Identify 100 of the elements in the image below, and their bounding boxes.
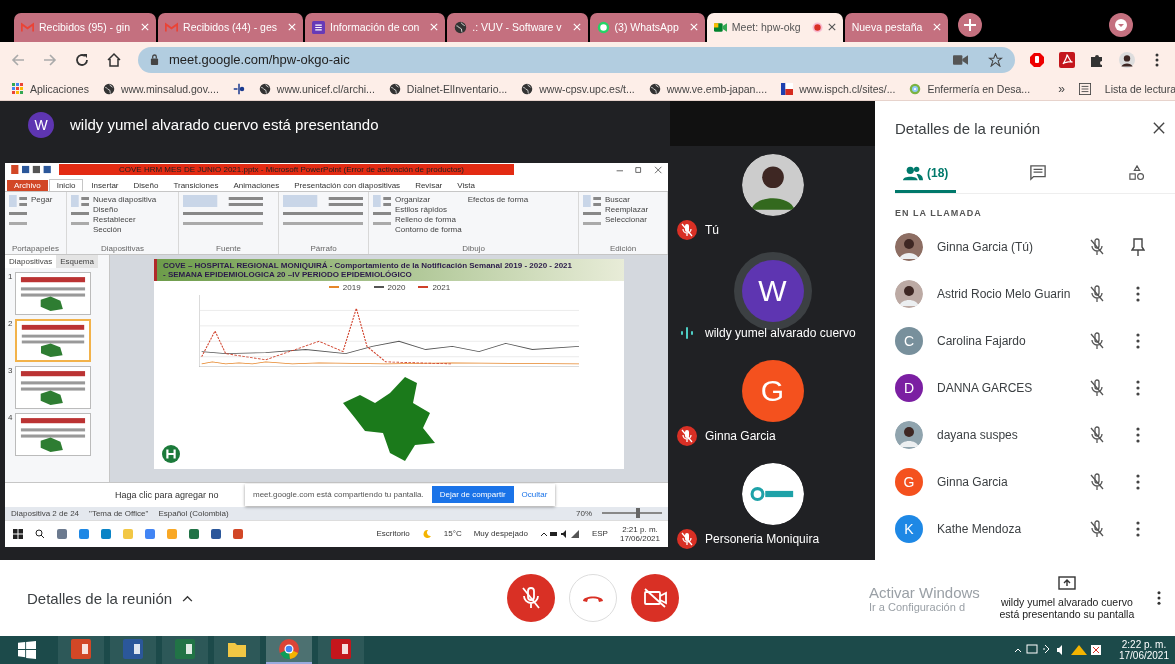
present-screen-icon[interactable] xyxy=(1057,576,1076,591)
ribbon-tab[interactable]: Transiciones xyxy=(166,179,226,191)
notes-field[interactable]: Haga clic para agregar no xyxy=(115,489,219,500)
ribbon-tab[interactable]: Archivo xyxy=(7,179,48,191)
taskbar-app[interactable] xyxy=(214,636,260,664)
more-bookmarks-button[interactable]: » xyxy=(1058,81,1065,96)
taskbar-app[interactable] xyxy=(266,636,312,664)
address-bar[interactable]: meet.google.com/hpw-okgo-aic xyxy=(138,46,1015,73)
bookmark-link[interactable]: www.ispch.cl/sites/... xyxy=(799,82,896,95)
ribbon-button[interactable]: Organizar xyxy=(395,194,462,205)
microphone-off-button[interactable] xyxy=(507,574,555,623)
globe-icon[interactable] xyxy=(648,82,661,95)
zoom-slider-thumb[interactable] xyxy=(636,508,640,519)
globe-icon[interactable] xyxy=(388,82,401,95)
ribbon-button[interactable]: Reemplazar xyxy=(605,204,649,215)
ribbon-tab[interactable]: Vista xyxy=(450,179,482,191)
taskbar-app[interactable] xyxy=(58,636,104,664)
ribbon-button[interactable]: Restablecer xyxy=(93,214,157,225)
browser-tab[interactable]: (3) WhatsApp xyxy=(589,12,705,42)
home-icon[interactable] xyxy=(106,51,122,68)
pin-icon[interactable] xyxy=(1131,238,1145,257)
windows-start-icon[interactable] xyxy=(18,641,36,659)
ribbon-tab[interactable]: Presentación con diapositivas xyxy=(287,179,408,191)
camera-icon[interactable] xyxy=(953,52,968,67)
reload-icon[interactable] xyxy=(74,51,90,68)
taskbar-app[interactable] xyxy=(318,636,364,664)
ribbon-button[interactable]: Buscar xyxy=(605,194,649,205)
ribbon-button[interactable]: Efectos de forma xyxy=(467,194,529,205)
flag-icon[interactable] xyxy=(781,82,794,95)
browser-tab[interactable]: Información de con xyxy=(305,12,446,42)
muted-mic-icon[interactable] xyxy=(1089,426,1105,445)
bookmark-link[interactable]: www-cpsv.upc.es/t... xyxy=(539,82,635,95)
close-icon[interactable] xyxy=(827,23,836,32)
bookmark-link[interactable]: www.unicef.cl/archi... xyxy=(276,82,375,95)
ribbon-tab[interactable]: Animaciones xyxy=(226,179,287,191)
ribbon-button[interactable]: Seleccionar xyxy=(605,214,649,225)
app-icon[interactable] xyxy=(101,528,111,539)
browser-tab[interactable]: Recibidos (95) - gin xyxy=(14,12,157,42)
bookmark-link[interactable]: Dialnet-ElInventario... xyxy=(406,82,508,95)
ribbon-button[interactable]: Relleno de forma xyxy=(395,214,462,225)
bookmark-link[interactable]: Enfermería en Desa... xyxy=(927,82,1031,95)
ribbon-button[interactable]: Diseño xyxy=(93,204,157,215)
ribbon-tab[interactable]: Inicio xyxy=(48,178,84,191)
ribbon-tab[interactable]: Revisar xyxy=(408,179,450,191)
browser-tab[interactable]: Recibidos (44) - ges xyxy=(158,12,303,42)
pdf-icon[interactable] xyxy=(1059,51,1075,68)
browser-tab[interactable]: Meet: hpw-okg xyxy=(706,12,843,42)
muted-mic-icon[interactable] xyxy=(1089,332,1105,351)
app-icon[interactable] xyxy=(57,528,67,539)
muted-mic-icon[interactable] xyxy=(1089,520,1105,539)
ribbon-button[interactable]: Estilos rápidos xyxy=(395,204,462,215)
cross-logo-icon[interactable] xyxy=(232,82,245,95)
globe-icon[interactable] xyxy=(102,82,115,95)
app-icon[interactable] xyxy=(211,528,221,539)
meeting-details-button[interactable]: Detalles de la reunión xyxy=(27,589,173,607)
stop-sign-icon[interactable] xyxy=(1029,51,1045,68)
search-icon[interactable] xyxy=(35,528,45,539)
muted-mic-icon[interactable] xyxy=(1089,285,1105,304)
taskbar-app[interactable] xyxy=(162,636,208,664)
camera-off-button[interactable] xyxy=(631,574,679,623)
close-icon[interactable] xyxy=(1153,122,1165,135)
new-tab-button[interactable] xyxy=(958,12,983,37)
app-icon[interactable] xyxy=(79,528,89,539)
more-options-icon[interactable] xyxy=(1155,590,1162,607)
bookmark-link[interactable]: www.minsalud.gov.... xyxy=(120,82,219,95)
bookmark-link[interactable]: Aplicaciones xyxy=(30,82,89,95)
globe-icon[interactable] xyxy=(521,82,534,95)
globe-icon[interactable] xyxy=(258,82,271,95)
ribbon-tab[interactable]: Insertar xyxy=(84,179,126,191)
app-icon[interactable] xyxy=(233,528,243,539)
hide-button[interactable]: Ocultar xyxy=(521,490,548,500)
taskbar-app[interactable] xyxy=(110,636,156,664)
ribbon-button[interactable]: Contorno de forma xyxy=(395,224,462,235)
slide-thumbnail[interactable] xyxy=(15,318,92,362)
windows-start-icon[interactable] xyxy=(13,528,23,539)
app-icon[interactable] xyxy=(145,528,155,539)
ribbon-button[interactable]: Sección xyxy=(93,224,157,235)
slide-thumbnail[interactable] xyxy=(15,271,92,315)
browser-tab[interactable]: .: VUV - Software v xyxy=(447,12,588,42)
ribbon-tab[interactable]: Diseño xyxy=(126,179,166,191)
letter-avatar: K xyxy=(895,515,923,544)
star-icon[interactable] xyxy=(988,52,1003,67)
panel-tab[interactable]: (18) xyxy=(895,155,957,193)
ribbon-button[interactable]: Nueva diapositiva xyxy=(93,194,157,205)
slide-thumbnail[interactable] xyxy=(15,365,92,409)
apps-grid-icon[interactable] xyxy=(12,82,24,95)
profile-menu-icon[interactable] xyxy=(1109,12,1133,37)
muted-mic-icon[interactable] xyxy=(1089,238,1105,257)
muted-mic-icon[interactable] xyxy=(1089,379,1105,398)
slide-thumbnail[interactable] xyxy=(15,412,92,456)
browser-tab[interactable]: Nueva pestaña xyxy=(844,12,949,42)
stop-sharing-button[interactable]: Dejar de compartir xyxy=(431,486,514,504)
caret-icon[interactable] xyxy=(182,594,194,602)
list-icon[interactable] xyxy=(1078,82,1091,95)
avatar-icon[interactable] xyxy=(1119,51,1135,68)
ribbon-button[interactable]: Pegar xyxy=(31,194,53,205)
app-icon[interactable] xyxy=(189,528,199,539)
bookmark-link[interactable]: www.ve.emb-japan.... xyxy=(666,82,768,95)
window-controls-icon[interactable] xyxy=(614,165,664,174)
muted-mic-icon[interactable] xyxy=(1089,473,1105,492)
